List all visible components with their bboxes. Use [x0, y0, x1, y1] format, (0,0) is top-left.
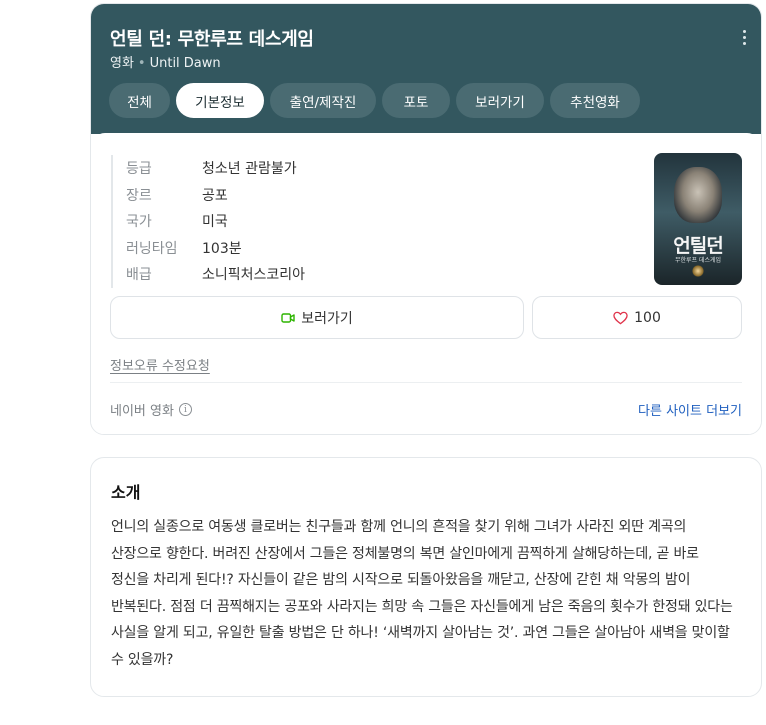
intro-text: 언니의 실종으로 여동생 클로버는 친구들과 함께 언니의 흔적을 찾기 위해 … — [111, 519, 733, 668]
info-key: 등급 — [126, 161, 152, 178]
info-value[interactable]: 공포 — [202, 185, 228, 205]
more-vertical-icon[interactable] — [741, 30, 747, 48]
info-row-rating: 등급 청소년 관람불가 — [126, 155, 305, 182]
poster-subtitle: 무한루프 데스게임 — [674, 257, 722, 264]
info-list: 등급 청소년 관람불가 장르 공포 국가 미국 러닝타임 103분 배급 소니픽… — [111, 155, 305, 288]
info-key: 러닝타임 — [126, 240, 178, 257]
info-value: 103분 — [202, 240, 242, 257]
watch-button[interactable]: 보러가기 — [110, 296, 524, 339]
category-label: 영화 — [110, 56, 134, 71]
movie-poster[interactable]: 언틸던 무한루프 데스게임 — [654, 153, 742, 285]
tab-recommended[interactable]: 추천영화 — [550, 83, 640, 118]
info-key: 국가 — [126, 214, 152, 231]
info-body: 등급 청소년 관람불가 장르 공포 국가 미국 러닝타임 103분 배급 소니픽… — [91, 133, 761, 434]
source-name: 네이버 영화 — [110, 404, 174, 419]
info-icon[interactable]: i — [178, 403, 192, 416]
info-key: 장르 — [126, 187, 152, 204]
tab-cast-crew[interactable]: 출연/제작진 — [270, 83, 376, 118]
info-row-country: 국가 미국 — [126, 208, 305, 235]
info-value: 청소년 관람불가 — [202, 161, 297, 178]
info-value: 미국 — [202, 214, 228, 231]
tab-basic-info[interactable]: 기본정보 — [176, 83, 264, 118]
more-sites-link[interactable]: 다른 사이트 더보기 — [638, 400, 742, 419]
watch-button-label: 보러가기 — [301, 310, 353, 327]
tab-watch[interactable]: 보러가기 — [456, 83, 544, 118]
tab-bar: 전체 기본정보 출연/제작진 포토 보러가기 추천영화 — [109, 83, 640, 118]
english-title: Until Dawn — [149, 56, 221, 71]
movie-info-card: 언틸 던: 무한루프 데스게임 영화 • Until Dawn 전체 기본정보 출연… — [90, 3, 762, 435]
heart-icon — [613, 311, 628, 324]
report-error-link[interactable]: 정보오류 수정요청 — [110, 355, 210, 374]
like-count: 100 — [634, 309, 661, 326]
poster-hourglass-image — [692, 265, 704, 277]
source-label: 네이버 영화 i — [110, 400, 192, 419]
divider — [110, 382, 742, 383]
poster-title: 언틸던 — [673, 235, 723, 257]
info-row-distributor: 배급 소니픽처스코리아 — [126, 261, 305, 288]
info-row-runtime: 러닝타임 103분 — [126, 235, 305, 262]
info-value[interactable]: 소니픽처스코리아 — [202, 264, 305, 284]
intro-card: 소개 언니의 실종으로 여동생 클로버는 친구들과 함께 언니의 흔적을 찾기 … — [90, 457, 762, 697]
info-key: 배급 — [126, 267, 152, 284]
poster-face-image — [674, 167, 722, 223]
movie-title[interactable]: 언틸 던: 무한루프 데스게임 — [110, 25, 314, 51]
intro-heading: 소개 — [111, 483, 141, 502]
like-button[interactable]: 100 — [532, 296, 742, 339]
tab-photo[interactable]: 포토 — [382, 83, 450, 118]
tab-all[interactable]: 전체 — [109, 83, 170, 118]
video-camera-icon — [281, 312, 295, 323]
separator-dot: • — [137, 56, 146, 71]
info-row-genre: 장르 공포 — [126, 182, 305, 209]
movie-header: 언틸 던: 무한루프 데스게임 영화 • Until Dawn 전체 기본정보 출연… — [91, 4, 761, 134]
movie-subtitle: 영화 • Until Dawn — [110, 52, 221, 71]
